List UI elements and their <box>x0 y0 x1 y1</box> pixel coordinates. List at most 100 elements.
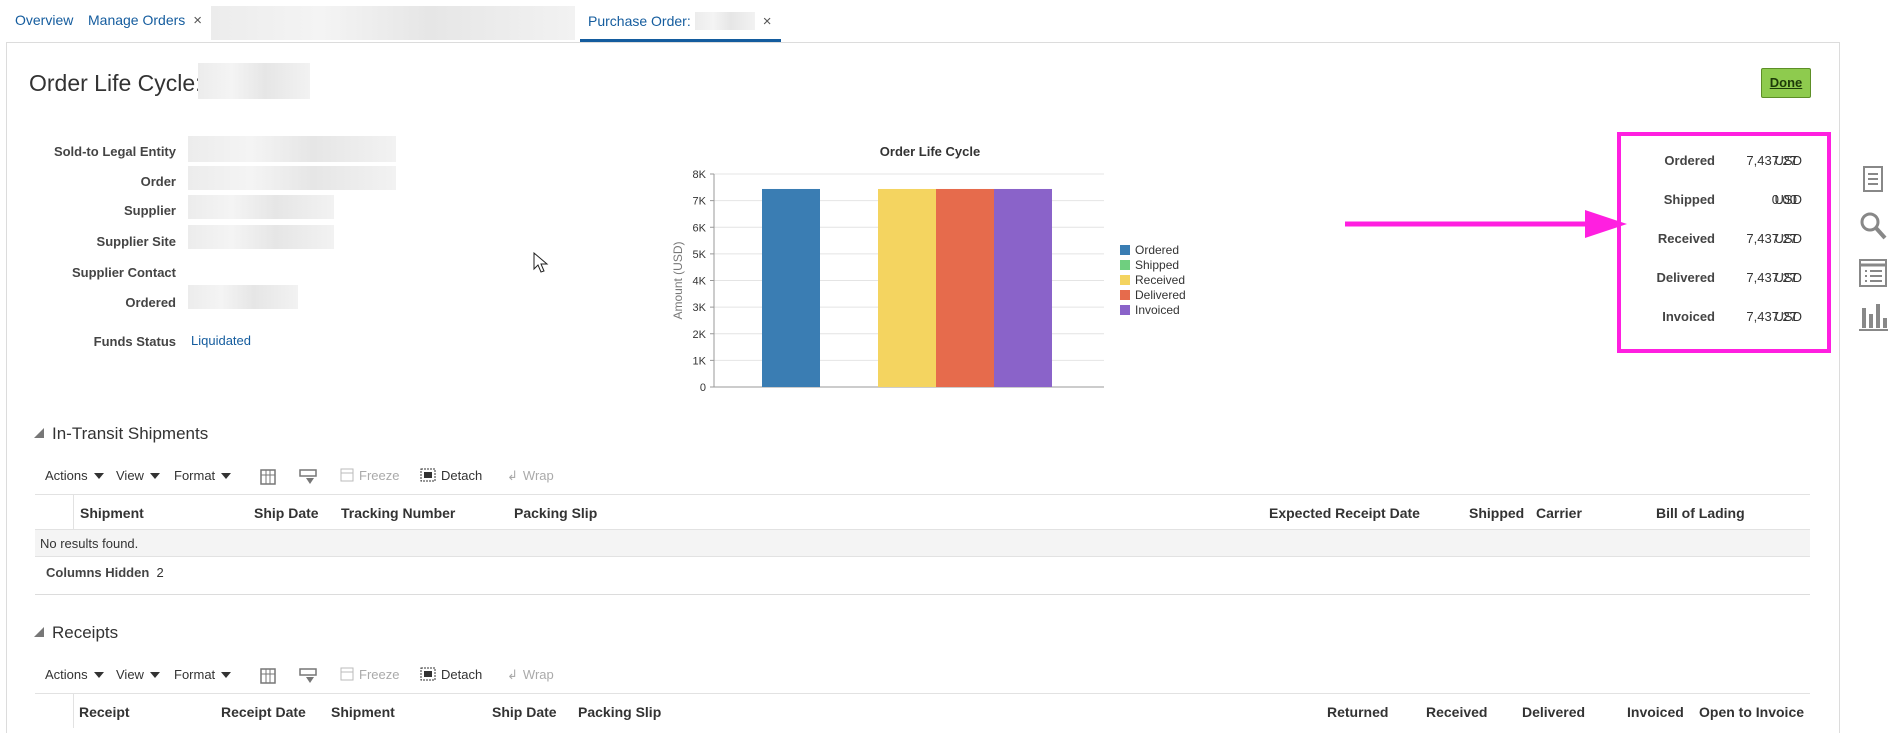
format-menu[interactable]: Format <box>174 667 232 682</box>
column-header[interactable]: Open to Invoice <box>1699 704 1804 720</box>
column-header[interactable]: Delivered <box>1522 704 1585 720</box>
view-menu[interactable]: View <box>116 667 160 682</box>
label-supplier: Supplier <box>123 203 176 218</box>
columns-hidden-label: Columns Hidden <box>46 565 150 580</box>
tab-overview[interactable]: Overview <box>15 12 73 28</box>
y-tick-label: 4K <box>693 276 707 288</box>
freeze-icon <box>340 468 354 482</box>
column-header[interactable]: Carrier <box>1536 505 1582 521</box>
caret-down-icon[interactable] <box>149 473 160 479</box>
summary-currency: USD <box>1774 153 1802 168</box>
wrap-icon: ↲ <box>507 468 518 483</box>
bar-ordered <box>762 188 820 387</box>
actions-menu[interactable]: Actions <box>45 468 104 483</box>
column-header[interactable]: Ship Date <box>492 704 557 720</box>
redacted-value <box>198 63 310 99</box>
caret-down-icon[interactable] <box>149 672 160 678</box>
view-label[interactable]: View <box>116 468 144 483</box>
summary-currency: USD <box>1774 231 1802 246</box>
column-header[interactable]: Tracking Number <box>341 505 455 521</box>
tab-redacted[interactable] <box>211 6 575 40</box>
funds-status-link[interactable]: Liquidated <box>191 333 251 348</box>
column-header[interactable]: Expected Receipt Date <box>1269 505 1420 521</box>
detach-label[interactable]: Detach <box>441 468 482 483</box>
column-header[interactable]: Invoiced <box>1627 704 1684 720</box>
document-icon[interactable] <box>1858 162 1888 196</box>
collapse-triangle-icon[interactable] <box>34 428 44 438</box>
detach-button[interactable]: Detach <box>420 468 482 483</box>
summary-label: Shipped <box>1663 192 1715 207</box>
column-header[interactable]: Shipped <box>1469 505 1524 521</box>
caret-down-icon[interactable] <box>93 473 104 479</box>
legend-label: Delivered <box>1135 288 1186 302</box>
row-header-stub <box>35 694 74 728</box>
legend-label: Invoiced <box>1135 303 1180 317</box>
column-header[interactable]: Receipt <box>79 704 130 720</box>
legend-swatch <box>1120 275 1130 285</box>
done-button[interactable]: Done <box>1761 68 1811 98</box>
list-icon[interactable] <box>1858 256 1888 290</box>
tab-manage-orders[interactable]: Manage Orders × <box>88 12 202 29</box>
filter-icon[interactable] <box>299 468 317 486</box>
columns-hidden: Columns Hidden 2 <box>46 565 164 580</box>
legend-label: Ordered <box>1135 243 1179 257</box>
column-header[interactable]: Ship Date <box>254 505 319 521</box>
freeze-button: Freeze <box>340 468 399 483</box>
page-title-text: Order Life Cycle: <box>29 70 202 96</box>
summary-label: Delivered <box>1656 270 1715 285</box>
section-receipts[interactable]: Receipts <box>34 623 118 643</box>
detach-icon[interactable] <box>420 667 436 681</box>
label-supplier-contact: Supplier Contact <box>71 265 176 280</box>
legend-swatch <box>1120 290 1130 300</box>
label-order: Order <box>140 174 176 189</box>
filter-icon[interactable] <box>299 667 317 685</box>
column-header[interactable]: Returned <box>1327 704 1388 720</box>
format-menu[interactable]: Format <box>174 468 232 483</box>
redacted-value <box>188 166 396 190</box>
close-icon[interactable]: × <box>193 12 202 29</box>
tab-purchase-order-label[interactable]: Purchase Order: <box>588 13 691 29</box>
section-in-transit-shipments[interactable]: In-Transit Shipments <box>34 424 208 444</box>
right-rail <box>1852 152 1893 352</box>
column-header[interactable]: Bill of Lading <box>1656 505 1745 521</box>
view-menu[interactable]: View <box>116 468 160 483</box>
format-label[interactable]: Format <box>174 468 215 483</box>
collapse-triangle-icon[interactable] <box>34 627 44 637</box>
caret-down-icon[interactable] <box>221 473 232 479</box>
receipts-table-header: Receipt Receipt Date Shipment Ship Date … <box>35 693 1810 728</box>
actions-label[interactable]: Actions <box>45 667 88 682</box>
detach-icon[interactable] <box>420 468 436 482</box>
tab-manage-orders-label[interactable]: Manage Orders <box>88 12 185 28</box>
column-chooser-icon[interactable] <box>259 468 277 486</box>
close-icon[interactable]: × <box>763 13 772 30</box>
column-header[interactable]: Shipment <box>80 505 144 521</box>
label-ordered: Ordered <box>125 295 176 310</box>
column-header[interactable]: Packing Slip <box>514 505 597 521</box>
detach-button[interactable]: Detach <box>420 667 482 682</box>
summary-label: Ordered <box>1664 153 1715 168</box>
summary-currency: USD <box>1774 192 1802 207</box>
caret-down-icon[interactable] <box>221 672 232 678</box>
format-label[interactable]: Format <box>174 667 215 682</box>
search-icon[interactable] <box>1858 209 1888 243</box>
actions-label[interactable]: Actions <box>45 468 88 483</box>
detach-label[interactable]: Detach <box>441 667 482 682</box>
y-tick-label: 3K <box>693 302 707 314</box>
column-chooser-icon[interactable] <box>259 667 277 685</box>
column-header[interactable]: Receipt Date <box>221 704 306 720</box>
summary-label: Received <box>1657 231 1715 246</box>
bar-received <box>878 188 936 387</box>
legend-swatch <box>1120 260 1130 270</box>
y-tick-label: 2K <box>693 329 707 341</box>
caret-down-icon[interactable] <box>93 672 104 678</box>
column-header[interactable]: Shipment <box>331 704 395 720</box>
redacted-value <box>188 225 334 249</box>
column-header[interactable]: Received <box>1426 704 1487 720</box>
tab-purchase-order[interactable]: Purchase Order: × <box>580 12 782 42</box>
view-label[interactable]: View <box>116 667 144 682</box>
tab-bar: Overview Manage Orders × Purchase Order: × <box>0 0 1893 42</box>
column-header[interactable]: Packing Slip <box>578 704 661 720</box>
actions-menu[interactable]: Actions <box>45 667 104 682</box>
no-results-row: No results found. <box>35 529 1810 557</box>
bar-chart-icon[interactable] <box>1858 300 1888 334</box>
